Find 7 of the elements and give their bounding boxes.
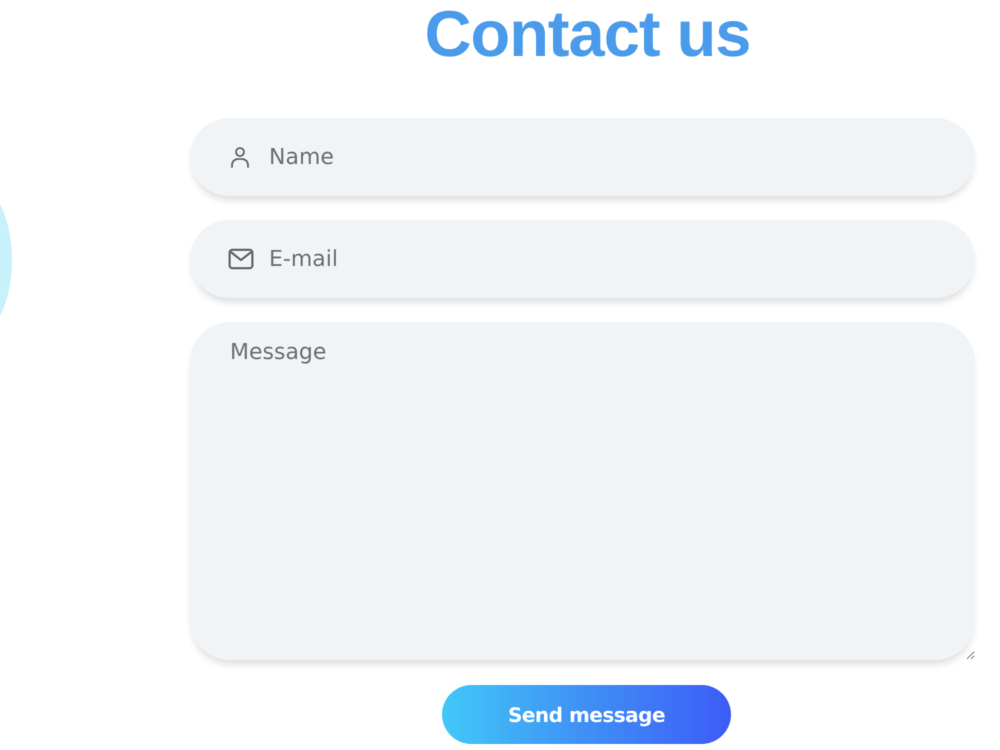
message-field[interactable]: Message <box>190 322 975 660</box>
page-title: Contact us <box>424 0 750 68</box>
person-icon <box>228 145 252 169</box>
email-field[interactable]: E-mail <box>190 220 975 298</box>
name-field[interactable]: Name <box>190 118 975 196</box>
send-button[interactable]: Send message <box>442 685 731 744</box>
envelope-icon <box>228 248 254 270</box>
